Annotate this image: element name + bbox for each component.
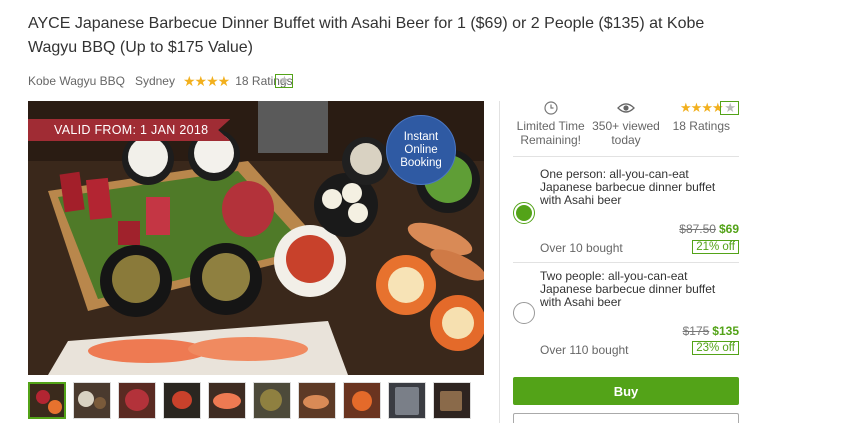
option-description: One person: all-you-can-eat Japanese bar… — [540, 167, 716, 207]
thumbnail[interactable] — [28, 382, 66, 419]
rating-stars: ★ ★ ★ ★ ★ — [680, 99, 739, 117]
star-icon: ★ — [217, 73, 231, 89]
thumbnail[interactable] — [298, 382, 336, 419]
thumbnail[interactable] — [163, 382, 201, 419]
location-text: Sydney — [134, 74, 175, 88]
thumbnail-strip — [28, 382, 471, 419]
stats-divider — [513, 156, 739, 157]
badge-line: Instant — [403, 130, 439, 143]
option-prices: $175 $135 — [683, 324, 739, 338]
option-two-people[interactable]: Two people: all-you-can-eat Japanese bar… — [513, 262, 739, 362]
deal-meta: Kobe Wagyu BBQ Sydney ★ ★ ★ ★ ★ 18 Ratings — [28, 72, 293, 90]
stat-viewed-line2: today — [611, 133, 641, 147]
star-icon: ★ — [680, 100, 692, 115]
star-icon: ★ — [194, 73, 208, 89]
deal-main-image[interactable]: VALID FROM: 1 JAN 2018 Instant Online Bo… — [28, 101, 484, 375]
option-one-person[interactable]: One person: all-you-can-eat Japanese bar… — [513, 160, 739, 260]
stat-ratings[interactable]: ★ ★ ★ ★ ★ 18 Ratings — [664, 99, 739, 155]
bought-count: Over 10 bought — [540, 241, 623, 255]
secondary-button[interactable] — [513, 413, 739, 423]
stat-viewed-line1: 350+ viewed — [592, 119, 660, 133]
bought-count: Over 110 bought — [540, 343, 629, 357]
sale-price: $135 — [712, 324, 739, 338]
option-radio[interactable] — [513, 202, 535, 224]
original-price: $175 — [682, 324, 710, 338]
deal-stats: Limited Time Remaining! 350+ viewed toda… — [513, 99, 739, 155]
badge-line: Online — [404, 143, 438, 156]
original-price: $87.50 — [679, 222, 716, 236]
star-icon: ★ — [701, 100, 713, 115]
column-divider — [499, 101, 500, 423]
option-description: Two people: all-you-can-eat Japanese bar… — [540, 269, 716, 309]
thumbnail[interactable] — [433, 382, 471, 419]
stat-time: Limited Time Remaining! — [513, 99, 588, 155]
discount-badge: 21% off — [692, 240, 739, 254]
sale-price: $69 — [718, 222, 739, 236]
option-radio[interactable] — [513, 302, 535, 324]
eye-icon — [617, 99, 635, 117]
badge-line: Booking — [400, 156, 442, 169]
stat-time-line2: Remaining! — [520, 133, 582, 147]
option-prices: $87.50 $69 — [679, 222, 739, 236]
thumbnail[interactable] — [73, 382, 111, 419]
stat-viewed: 350+ viewed today — [588, 99, 663, 155]
discount-badge: 23% off — [692, 341, 739, 355]
rating-stars: ★ ★ ★ ★ ★ — [182, 73, 293, 89]
stat-ratings-text: 18 Ratings — [672, 119, 730, 133]
thumbnail[interactable] — [343, 382, 381, 419]
star-icon: ★ — [720, 101, 739, 115]
buy-button[interactable]: Buy — [513, 377, 739, 405]
thumbnail[interactable] — [253, 382, 291, 419]
valid-from-banner: VALID FROM: 1 JAN 2018 — [28, 119, 231, 141]
thumbnail[interactable] — [118, 382, 156, 419]
star-icon: ★ — [275, 74, 293, 88]
instant-booking-badge: Instant Online Booking — [386, 115, 456, 185]
star-icon: ★ — [182, 73, 196, 89]
star-icon: ★ — [690, 100, 703, 115]
thumbnail[interactable] — [388, 382, 426, 419]
star-icon: ★ — [206, 73, 219, 89]
merchant-link[interactable]: Kobe Wagyu BBQ — [28, 74, 125, 88]
thumbnail[interactable] — [208, 382, 246, 419]
stat-time-line1: Limited Time — [516, 119, 585, 133]
deal-title: AYCE Japanese Barbecue Dinner Buffet wit… — [28, 15, 705, 56]
clock-icon — [544, 99, 558, 117]
